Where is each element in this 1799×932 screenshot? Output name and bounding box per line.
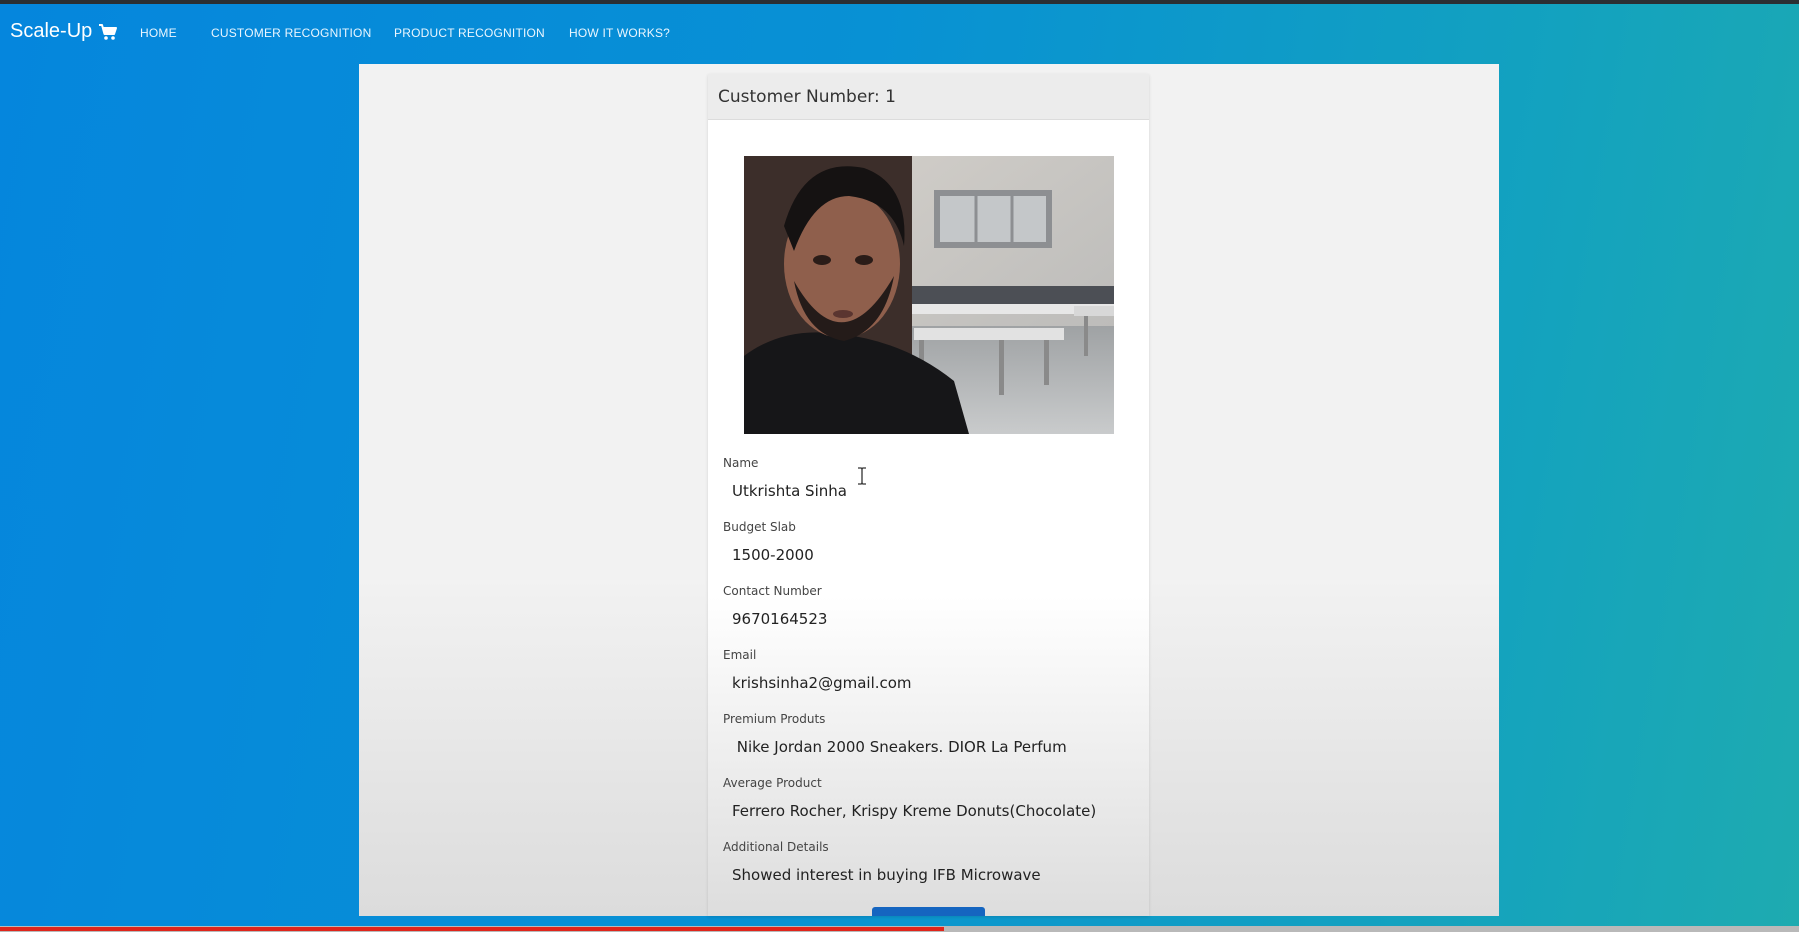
premium-products-value[interactable]: Nike Jordan 2000 Sneakers. DIOR La Perfu…: [723, 738, 1143, 756]
name-label: Name: [723, 456, 759, 470]
customer-card: Customer Number: 1 Name Utkrishta Sinha …: [708, 74, 1149, 916]
budget-slab-value[interactable]: 1500-2000: [723, 546, 1143, 564]
nav-how-it-works[interactable]: HOW IT WORKS?: [569, 26, 670, 40]
field-premium-products: Premium Produts Nike Jordan 2000 Sneaker…: [723, 712, 1143, 756]
nav-customer-recognition[interactable]: CUSTOMER RECOGNITION: [211, 26, 371, 40]
premium-products-label: Premium Produts: [723, 712, 826, 726]
customer-number-header: Customer Number: 1: [708, 74, 1149, 120]
field-additional-details: Additional Details Showed interest in bu…: [723, 840, 1143, 884]
field-budget-slab: Budget Slab 1500-2000: [723, 520, 1143, 564]
average-product-value[interactable]: Ferrero Rocher, Krispy Kreme Donuts(Choc…: [723, 802, 1143, 820]
submit-button[interactable]: [872, 907, 985, 916]
additional-details-value[interactable]: Showed interest in buying IFB Microwave: [723, 866, 1143, 884]
brand-link[interactable]: Scale-Up: [10, 20, 118, 43]
field-average-product: Average Product Ferrero Rocher, Krispy K…: [723, 776, 1143, 820]
email-value[interactable]: krishsinha2@gmail.com: [723, 674, 1143, 692]
email-label: Email: [723, 648, 757, 662]
field-email: Email krishsinha2@gmail.com: [723, 648, 1143, 692]
text-cursor-icon: [857, 467, 867, 489]
nav-home[interactable]: HOME: [140, 26, 177, 40]
average-product-label: Average Product: [723, 776, 822, 790]
customer-photo: [744, 156, 1114, 434]
contact-number-value[interactable]: 9670164523: [723, 610, 1143, 628]
field-contact-number: Contact Number 9670164523: [723, 584, 1143, 628]
contact-number-label: Contact Number: [723, 584, 822, 598]
name-value[interactable]: Utkrishta Sinha: [723, 482, 1143, 500]
video-progress-fill: [0, 927, 944, 931]
budget-slab-label: Budget Slab: [723, 520, 796, 534]
brand-name: Scale-Up: [10, 20, 93, 42]
shopping-cart-icon: [98, 23, 118, 41]
nav-product-recognition[interactable]: PRODUCT RECOGNITION: [394, 26, 545, 40]
navbar: Scale-Up HOME CUSTOMER RECOGNITION PRODU…: [0, 4, 1799, 60]
field-name: Name Utkrishta Sinha: [723, 456, 1143, 500]
additional-details-label: Additional Details: [723, 840, 829, 854]
